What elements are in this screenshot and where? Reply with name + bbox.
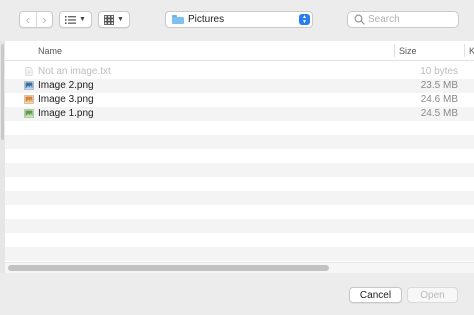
list-header: Name Size K [5,41,474,61]
column-header-kind[interactable]: K [469,46,474,56]
file-row[interactable]: Image 3.png 24.6 MB [5,93,474,107]
open-button[interactable]: Open [407,287,458,303]
column-header-size[interactable]: Size [399,46,417,56]
folder-icon [172,15,184,24]
empty-row [5,163,474,177]
file-size: 10 bytes [420,66,458,77]
location-popup[interactable]: Pictures ▲ ▼ [165,11,313,28]
empty-row [5,177,474,191]
file-name: Image 3.png [38,94,94,105]
back-button[interactable]: ‹ [20,12,36,27]
chevron-left-icon: ‹ [25,12,30,27]
column-divider[interactable] [464,44,465,57]
icon-view-button[interactable]: ▼ [98,11,130,28]
cancel-button[interactable]: Cancel [349,287,402,303]
grid-icon [104,14,114,25]
empty-row [5,121,474,135]
empty-row [5,149,474,163]
chevron-right-icon: › [42,12,47,27]
empty-row [5,247,474,261]
file-size: 23.5 MB [420,80,458,91]
chevron-down-icon: ▼ [79,16,86,23]
image-file-icon [24,95,34,104]
up-down-chevron-icon: ▲ ▼ [299,14,310,25]
file-size: 24.6 MB [420,94,458,105]
file-rows: Not an image.txt 10 bytes Image 2.png 23… [5,65,474,273]
file-size: 24.5 MB [420,108,458,119]
list-view-button[interactable]: ▼ [59,11,92,28]
file-row[interactable]: Image 1.png 24.5 MB [5,107,474,121]
column-divider[interactable] [394,44,395,57]
list-icon [65,15,77,24]
file-row[interactable]: Not an image.txt 10 bytes [5,65,474,79]
search-field[interactable] [347,11,459,28]
forward-button[interactable]: › [37,12,53,27]
scrollbar-thumb[interactable] [8,265,329,271]
image-file-icon [24,81,34,90]
navigation-buttons: ‹ › [19,11,53,28]
empty-row [5,135,474,149]
search-icon [354,14,365,25]
toolbar: ‹ › ▼ ▼ Pictures ▲ ▼ Search [0,0,474,40]
open-file-dialog: ‹ › ▼ ▼ Pictures ▲ ▼ Search Name Size K … [0,0,474,315]
horizontal-scrollbar[interactable] [5,262,474,273]
location-label: Pictures [188,14,225,25]
search-input[interactable] [368,14,453,25]
image-file-icon [24,109,34,118]
sidebar-scrollbar[interactable] [1,44,4,140]
file-list: Name Size K Not an image.txt 10 bytes Im… [5,41,474,273]
empty-row [5,205,474,219]
file-name: Image 1.png [38,108,94,119]
empty-row [5,219,474,233]
column-header-name[interactable]: Name [38,46,62,56]
chevron-down-icon: ▼ [117,16,124,23]
file-name: Not an image.txt [38,66,111,77]
empty-row [5,191,474,205]
file-row[interactable]: Image 2.png 23.5 MB [5,79,474,93]
file-name: Image 2.png [38,80,94,91]
empty-row [5,233,474,247]
text-file-icon [25,67,33,76]
dialog-footer: Cancel Open [0,273,474,315]
